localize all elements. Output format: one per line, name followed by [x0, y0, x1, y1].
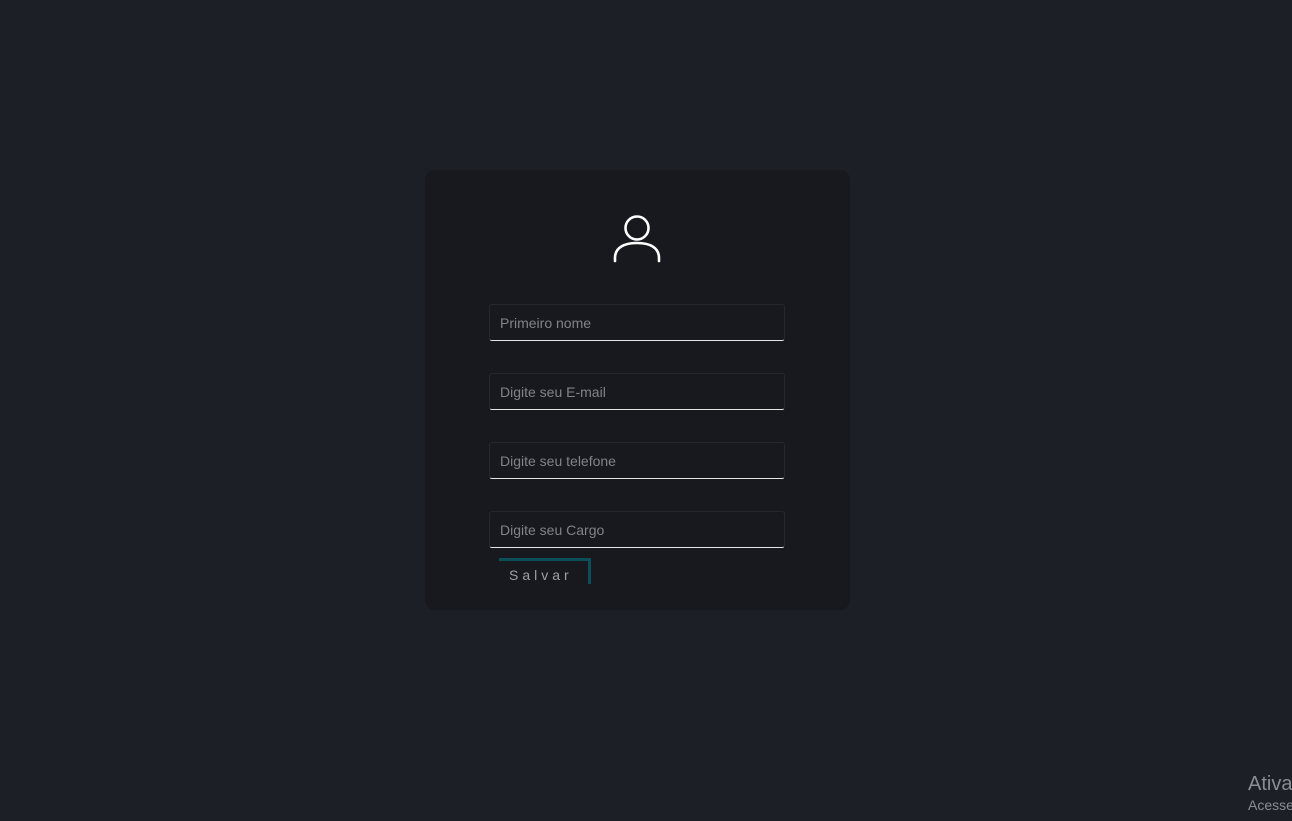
save-button-label: Salvar — [509, 567, 573, 583]
first-name-input[interactable] — [489, 304, 785, 341]
role-input[interactable] — [489, 511, 785, 548]
watermark-subtitle: Acesse — [1248, 797, 1292, 813]
windows-activation-watermark: Ativa Acesse — [1248, 772, 1292, 814]
user-icon — [613, 213, 661, 263]
phone-input[interactable] — [489, 442, 785, 479]
email-input[interactable] — [489, 373, 785, 410]
save-button[interactable]: Salvar — [499, 558, 591, 584]
profile-form-card: Salvar — [425, 170, 850, 610]
watermark-title: Ativa — [1248, 773, 1292, 795]
